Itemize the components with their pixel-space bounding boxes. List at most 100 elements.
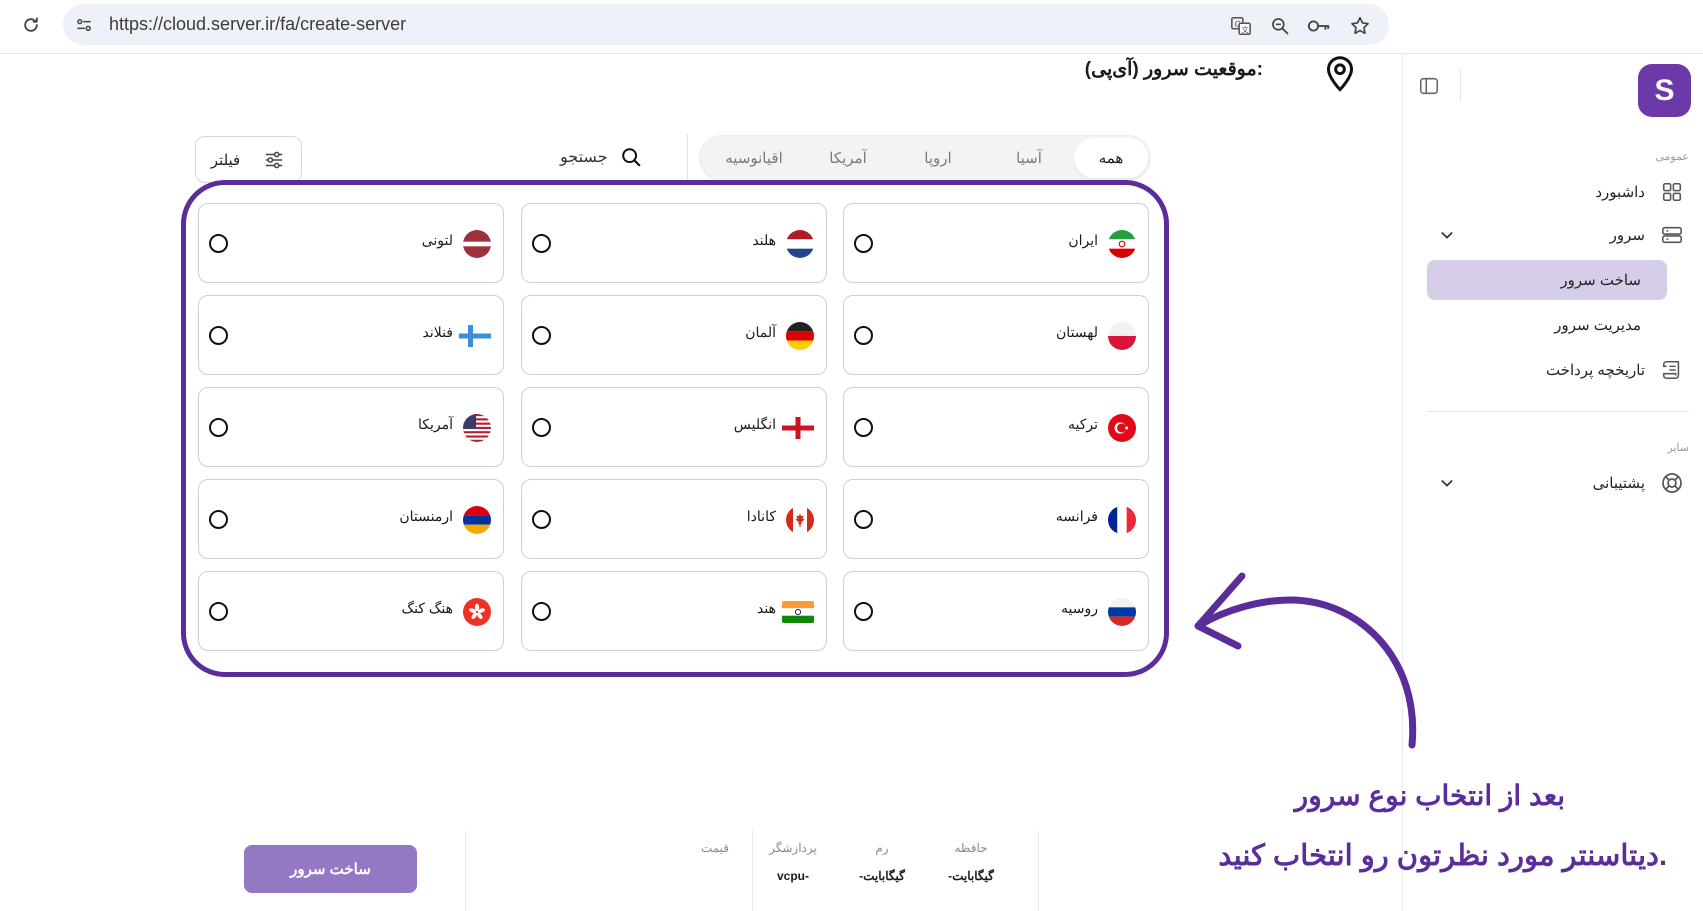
price-label: قیمت (700, 841, 730, 855)
radio-button[interactable] (209, 510, 228, 529)
sidebar-divider (1427, 411, 1689, 412)
location-card-usa[interactable]: آمریکا (198, 387, 504, 467)
sidebar-subitem-manage-server[interactable]: مدیریت سرور (1427, 305, 1667, 345)
sidebar-item-label: پشتیبانی (1592, 475, 1645, 492)
location-card-hongkong[interactable]: هنگ کنگ (198, 571, 504, 651)
location-pin-icon (1326, 56, 1354, 92)
iran-flag-icon (1108, 230, 1136, 258)
location-card-france[interactable]: فرانسه (843, 479, 1149, 559)
sidebar-item-dashboard[interactable]: داشبورد (1417, 174, 1689, 210)
location-name: فرانسه (1055, 508, 1098, 524)
sidebar-section-general: عمومی (1655, 151, 1689, 163)
sidebar-subitem-label: ساخت سرور (1560, 272, 1641, 289)
chevron-down-icon[interactable] (1437, 225, 1457, 245)
netherlands-flag-icon (786, 230, 814, 258)
filter-button[interactable]: فیلتر (195, 136, 302, 183)
sidebar-toggle-icon[interactable] (1417, 74, 1441, 98)
tab-asia[interactable]: آسیا (992, 136, 1066, 180)
location-name: هند (757, 600, 776, 616)
location-name: هلند (752, 232, 776, 248)
usa-flag-icon (463, 414, 491, 442)
sidebar-item-support[interactable]: پشتیبانی (1417, 465, 1689, 501)
location-card-latvia[interactable]: لتونی (198, 203, 504, 283)
brand-logo[interactable]: S (1638, 64, 1691, 117)
receipt-scroll-icon (1659, 357, 1685, 383)
location-name: آمریکا (417, 416, 453, 432)
radio-button[interactable] (532, 234, 551, 253)
annotation-arrow-icon (1194, 572, 1417, 749)
address-bar[interactable]: https://cloud.server.ir/fa/create-server… (63, 4, 1389, 45)
translate-icon[interactable]: G文 (1229, 14, 1253, 38)
sidebar-item-payment-history[interactable]: تاریخچه پرداخت (1417, 352, 1689, 388)
location-card-poland[interactable]: لهستان (843, 295, 1149, 375)
tab-america[interactable]: آمریکا (808, 136, 888, 180)
radio-button[interactable] (209, 602, 228, 621)
tab-oceania[interactable]: اقیانوسیه (706, 136, 802, 180)
location-card-armenia[interactable]: ارمنستان (198, 479, 504, 559)
hongkong-flag-icon (463, 598, 491, 626)
radio-button[interactable] (209, 326, 228, 345)
sidebar-subitem-label: مدیریت سرور (1554, 317, 1641, 334)
browser-toolbar: https://cloud.server.ir/fa/create-server… (0, 0, 1703, 54)
search-icon (621, 148, 640, 167)
password-key-icon[interactable] (1307, 14, 1331, 38)
radio-button[interactable] (532, 418, 551, 437)
radio-button[interactable] (854, 418, 873, 437)
chevron-down-icon[interactable] (1437, 473, 1457, 493)
sidebar-item-label: سرور (1609, 227, 1645, 244)
bookmark-star-icon[interactable] (1348, 14, 1372, 38)
summary-price: قیمت (690, 841, 740, 855)
radio-button[interactable] (209, 418, 228, 437)
filter-sliders-icon (265, 151, 283, 168)
location-name: آلمان (745, 324, 776, 340)
location-card-russia[interactable]: روسیه (843, 571, 1149, 651)
location-name: ایران (1068, 232, 1098, 248)
radio-button[interactable] (854, 510, 873, 529)
sidebar-subitem-create-server[interactable]: ساخت سرور (1427, 260, 1667, 300)
location-card-netherlands[interactable]: هلند (521, 203, 827, 283)
sidebar-item-label: تاریخچه پرداخت (1545, 362, 1645, 379)
tabs-search-divider (687, 134, 688, 182)
location-card-england[interactable]: انگلیس (521, 387, 827, 467)
radio-button[interactable] (532, 510, 551, 529)
lifebuoy-icon (1659, 470, 1685, 496)
sidebar-item-server[interactable]: سرور (1417, 217, 1689, 253)
zoom-icon[interactable] (1268, 14, 1292, 38)
armenia-flag-icon (463, 506, 491, 534)
radio-button[interactable] (209, 234, 228, 253)
radio-button[interactable] (532, 326, 551, 345)
location-card-germany[interactable]: آلمان (521, 295, 827, 375)
radio-button[interactable] (532, 602, 551, 621)
germany-flag-icon (786, 322, 814, 350)
location-name: فنلاند (422, 324, 453, 340)
tab-all[interactable]: همه (1074, 138, 1148, 178)
latvia-flag-icon (463, 230, 491, 258)
tab-europe[interactable]: اروپا (898, 136, 978, 180)
radio-button[interactable] (854, 602, 873, 621)
search-input[interactable]: جستجو (560, 146, 642, 168)
reload-icon[interactable] (18, 12, 44, 38)
canada-flag-icon (786, 506, 814, 534)
location-card-india[interactable]: هند (521, 571, 827, 651)
location-card-canada[interactable]: کانادا (521, 479, 827, 559)
summary-divider (752, 830, 753, 911)
location-name: کانادا (746, 508, 776, 524)
search-label: جستجو (560, 149, 608, 166)
india-flag-icon (782, 601, 814, 623)
cpu-label: پردازشگر (769, 841, 817, 855)
url-text[interactable]: https://cloud.server.ir/fa/create-server (109, 14, 406, 35)
page-title: موقعیت سرور (آی‌پی): (1084, 59, 1263, 80)
england-flag-icon (782, 417, 814, 439)
location-card-turkey[interactable]: ترکیه (843, 387, 1149, 467)
summary-divider (1038, 830, 1039, 911)
create-server-button[interactable]: ساخت سرور (244, 845, 417, 893)
location-name: روسیه (1061, 600, 1098, 616)
site-settings-icon[interactable] (73, 14, 95, 36)
cpu-value: vcpu- (776, 869, 809, 883)
summary-storage: حافظه -گیگابایت (936, 841, 1006, 883)
location-card-iran[interactable]: ایران (843, 203, 1149, 283)
location-card-finland[interactable]: فنلاند (198, 295, 504, 375)
radio-button[interactable] (854, 326, 873, 345)
ram-label: رم (875, 841, 889, 855)
radio-button[interactable] (854, 234, 873, 253)
